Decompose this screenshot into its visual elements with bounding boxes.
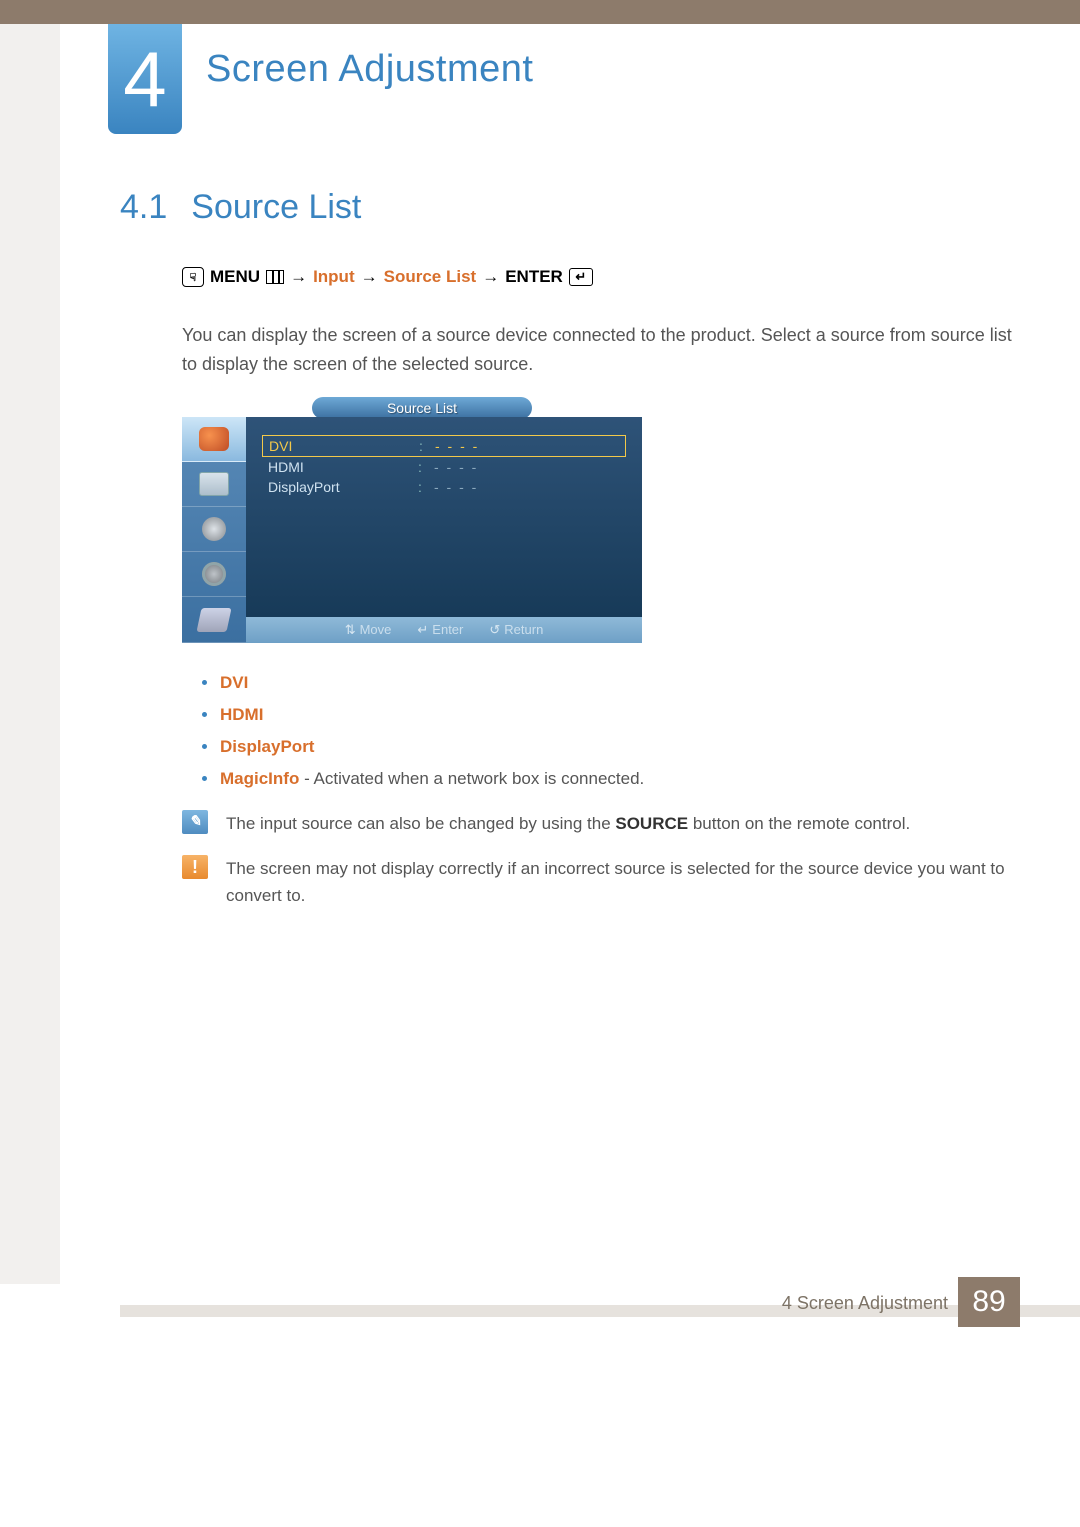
osd-row-colon: :	[418, 459, 434, 475]
osd-screenshot: Source List DVI : - - - - HDMI : - - - -…	[182, 397, 642, 643]
osd-title: Source List	[312, 397, 532, 419]
osd-menu-picture-icon	[182, 462, 246, 507]
section-heading: 4.1 Source List	[120, 188, 1020, 227]
chapter-title: Screen Adjustment	[206, 48, 533, 91]
osd-row-label: DisplayPort	[268, 479, 418, 495]
osd-row-displayport: DisplayPort : - - - -	[262, 477, 626, 497]
osd-menu-multi-icon	[182, 597, 246, 642]
osd-footer-enter: ↵ Enter	[417, 622, 463, 638]
osd-menu-sound-icon	[182, 507, 246, 552]
nav-menu-label: MENU	[210, 267, 260, 287]
bullet-hdmi: HDMI	[202, 699, 1020, 731]
osd-main-panel: DVI : - - - - HDMI : - - - - DisplayPort…	[246, 417, 642, 617]
nav-arrow: →	[290, 267, 307, 287]
nav-arrow: →	[361, 267, 378, 287]
source-bullet-list: DVI HDMI DisplayPort MagicInfo - Activat…	[202, 667, 1020, 796]
side-strip	[0, 24, 60, 1284]
menu-grid-icon	[266, 270, 284, 284]
enter-key-icon: ↵	[569, 268, 593, 286]
osd-row-value: - - - -	[435, 438, 479, 454]
note-pencil-icon: ✎	[182, 810, 208, 834]
nav-sourcelist-label: Source List	[384, 267, 477, 287]
bullet-displayport: DisplayPort	[202, 731, 1020, 763]
osd-row-value: - - - -	[434, 459, 478, 475]
note-warning-icon: !	[182, 855, 208, 879]
menu-path: ☟ MENU → Input → Source List → ENTER ↵	[182, 267, 1020, 287]
nav-enter-label: ENTER	[505, 267, 563, 287]
note-warning-text: The screen may not display correctly if …	[226, 855, 1020, 909]
note-warning: ! The screen may not display correctly i…	[182, 855, 1020, 909]
osd-menu-input-icon	[182, 417, 246, 462]
section-number: 4.1	[120, 188, 167, 227]
note-tip-text: The input source can also be changed by …	[226, 810, 910, 837]
footer-chapter-label: 4 Screen Adjustment	[782, 1293, 948, 1314]
osd-footer-move: ⇅ Move	[345, 622, 392, 638]
osd-menu-setup-icon	[182, 552, 246, 597]
nav-arrow: →	[482, 267, 499, 287]
osd-footer-return: ↺ Return	[489, 622, 543, 638]
osd-row-colon: :	[418, 479, 434, 495]
section-title: Source List	[191, 188, 361, 227]
note-tip: ✎ The input source can also be changed b…	[182, 810, 1020, 837]
remote-hand-icon: ☟	[182, 267, 204, 287]
bullet-magicinfo: MagicInfo - Activated when a network box…	[202, 763, 1020, 795]
nav-input-label: Input	[313, 267, 355, 287]
top-strip	[0, 0, 1080, 24]
chapter-number: 4	[123, 40, 166, 118]
osd-row-label: DVI	[269, 438, 419, 454]
intro-paragraph: You can display the screen of a source d…	[182, 321, 1020, 379]
osd-row-label: HDMI	[268, 459, 418, 475]
osd-row-dvi: DVI : - - - -	[262, 435, 626, 457]
page-footer: 4 Screen Adjustment 89	[0, 1279, 1080, 1329]
chapter-tab: 4	[108, 24, 182, 134]
bullet-dvi: DVI	[202, 667, 1020, 699]
osd-row-colon: :	[419, 438, 435, 454]
osd-footer: ⇅ Move ↵ Enter ↺ Return	[246, 617, 642, 643]
osd-left-menu	[182, 417, 246, 643]
footer-page-number: 89	[958, 1277, 1020, 1327]
osd-row-hdmi: HDMI : - - - -	[262, 457, 626, 477]
page-content: 4.1 Source List ☟ MENU → Input → Source …	[120, 188, 1020, 927]
osd-row-value: - - - -	[434, 479, 478, 495]
